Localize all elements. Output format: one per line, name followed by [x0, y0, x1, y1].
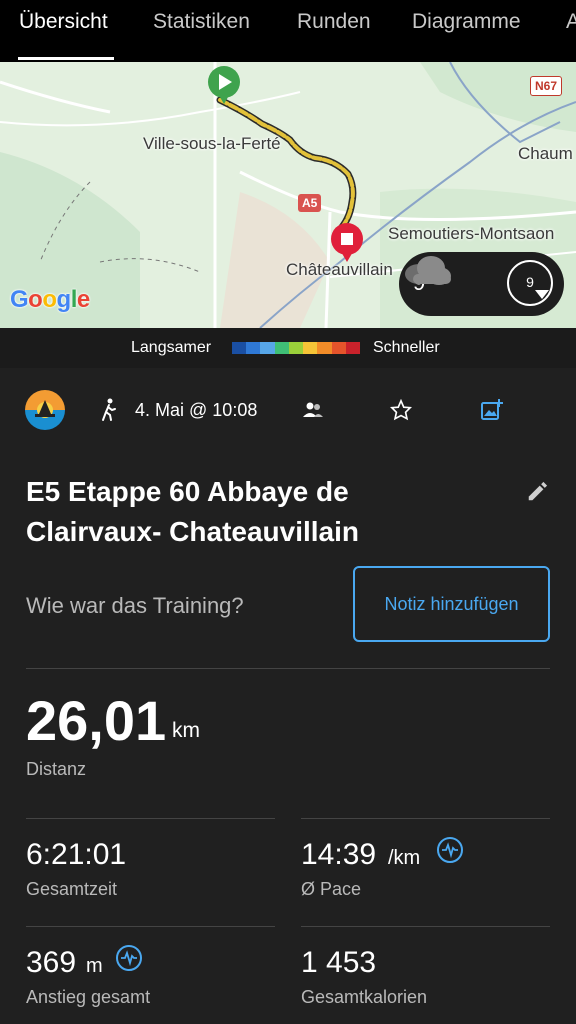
- pace-legend: Langsamer Schneller: [0, 328, 576, 368]
- total-time-value: 6:21:01: [26, 838, 127, 871]
- ascent-label: Anstieg gesamt: [26, 987, 151, 1007]
- tab-charts[interactable]: Diagramme: [412, 10, 521, 34]
- legend-color-segment: [274, 342, 289, 354]
- tab-statistics[interactable]: Statistiken: [153, 10, 250, 34]
- active-tab-indicator: [18, 57, 114, 60]
- weather-badge[interactable]: 9° 9: [399, 252, 564, 316]
- cloud-icon: [405, 256, 451, 285]
- ascent-info-icon[interactable]: [116, 945, 142, 971]
- edit-icon[interactable]: [526, 481, 548, 503]
- distance-value: 26,01: [26, 689, 167, 752]
- legend-color-segment: [317, 342, 332, 354]
- hiking-icon: [102, 398, 116, 421]
- calories-label: Gesamtkalorien: [301, 987, 428, 1007]
- legend-color-segment: [260, 342, 275, 354]
- divider: [26, 926, 275, 927]
- distance-label: Distanz: [26, 759, 87, 779]
- pace-unit: /km: [388, 847, 421, 869]
- divider: [26, 668, 550, 669]
- map-label-town: Chaum: [518, 144, 573, 163]
- road-sign-a5: A5: [298, 194, 322, 212]
- map-label-town: Ville-sous-la-Ferté: [143, 134, 281, 153]
- legend-color-segment: [345, 342, 360, 354]
- divider: [26, 818, 275, 819]
- pace-info-icon[interactable]: [437, 837, 463, 863]
- google-logo: Google: [10, 286, 90, 313]
- map-label-town: Châteauvillain: [286, 260, 393, 279]
- calories-value: 1 453: [301, 946, 377, 979]
- pace-value: 14:39: [301, 838, 377, 871]
- activity-title: E5 Etappe 60 Abbaye de Clairvaux- Chatea…: [26, 476, 360, 547]
- pace-label: Ø Pace: [301, 879, 362, 899]
- ascent-unit: m: [86, 955, 103, 977]
- activity-meta-row: 4. Mai @ 10:08: [0, 385, 576, 435]
- total-time-label: Gesamtzeit: [26, 879, 118, 899]
- wind-direction-icon: [535, 290, 549, 299]
- map-label-town: Semoutiers-Montsaon: [388, 224, 555, 243]
- legend-faster-label: Schneller: [373, 339, 440, 356]
- divider: [301, 818, 550, 819]
- ascent-value: 369: [26, 946, 77, 979]
- legend-color-segment: [246, 342, 261, 354]
- star-icon[interactable]: [390, 399, 412, 421]
- legend-color-segment: [331, 342, 346, 354]
- legend-color-bar: [232, 342, 360, 354]
- training-feedback-prompt: Wie war das Training?: [26, 593, 244, 618]
- tab-more[interactable]: A: [566, 10, 576, 34]
- people-icon[interactable]: [302, 401, 324, 419]
- add-note-button[interactable]: Notiz hinzufügen: [353, 566, 550, 642]
- activity-date: 4. Mai @ 10:08: [135, 400, 258, 420]
- wind-indicator: 9: [507, 260, 553, 306]
- road-sign-n67: N67: [530, 76, 563, 96]
- add-photo-icon[interactable]: [480, 398, 504, 422]
- wind-speed: 9: [526, 274, 534, 290]
- legend-color-segment: [232, 342, 247, 354]
- avatar[interactable]: [25, 390, 65, 430]
- tab-laps[interactable]: Runden: [297, 10, 371, 34]
- distance-unit: km: [172, 719, 200, 742]
- route-map[interactable]: Ville-sous-la-Ferté Chaum Semoutiers-Mon…: [0, 62, 576, 328]
- divider: [301, 926, 550, 927]
- legend-color-segment: [303, 342, 318, 354]
- legend-color-segment: [288, 342, 304, 354]
- tab-bar: Übersicht Statistiken Runden Diagramme A: [0, 0, 576, 62]
- tab-overview[interactable]: Übersicht: [19, 10, 108, 34]
- legend-slower-label: Langsamer: [131, 339, 212, 356]
